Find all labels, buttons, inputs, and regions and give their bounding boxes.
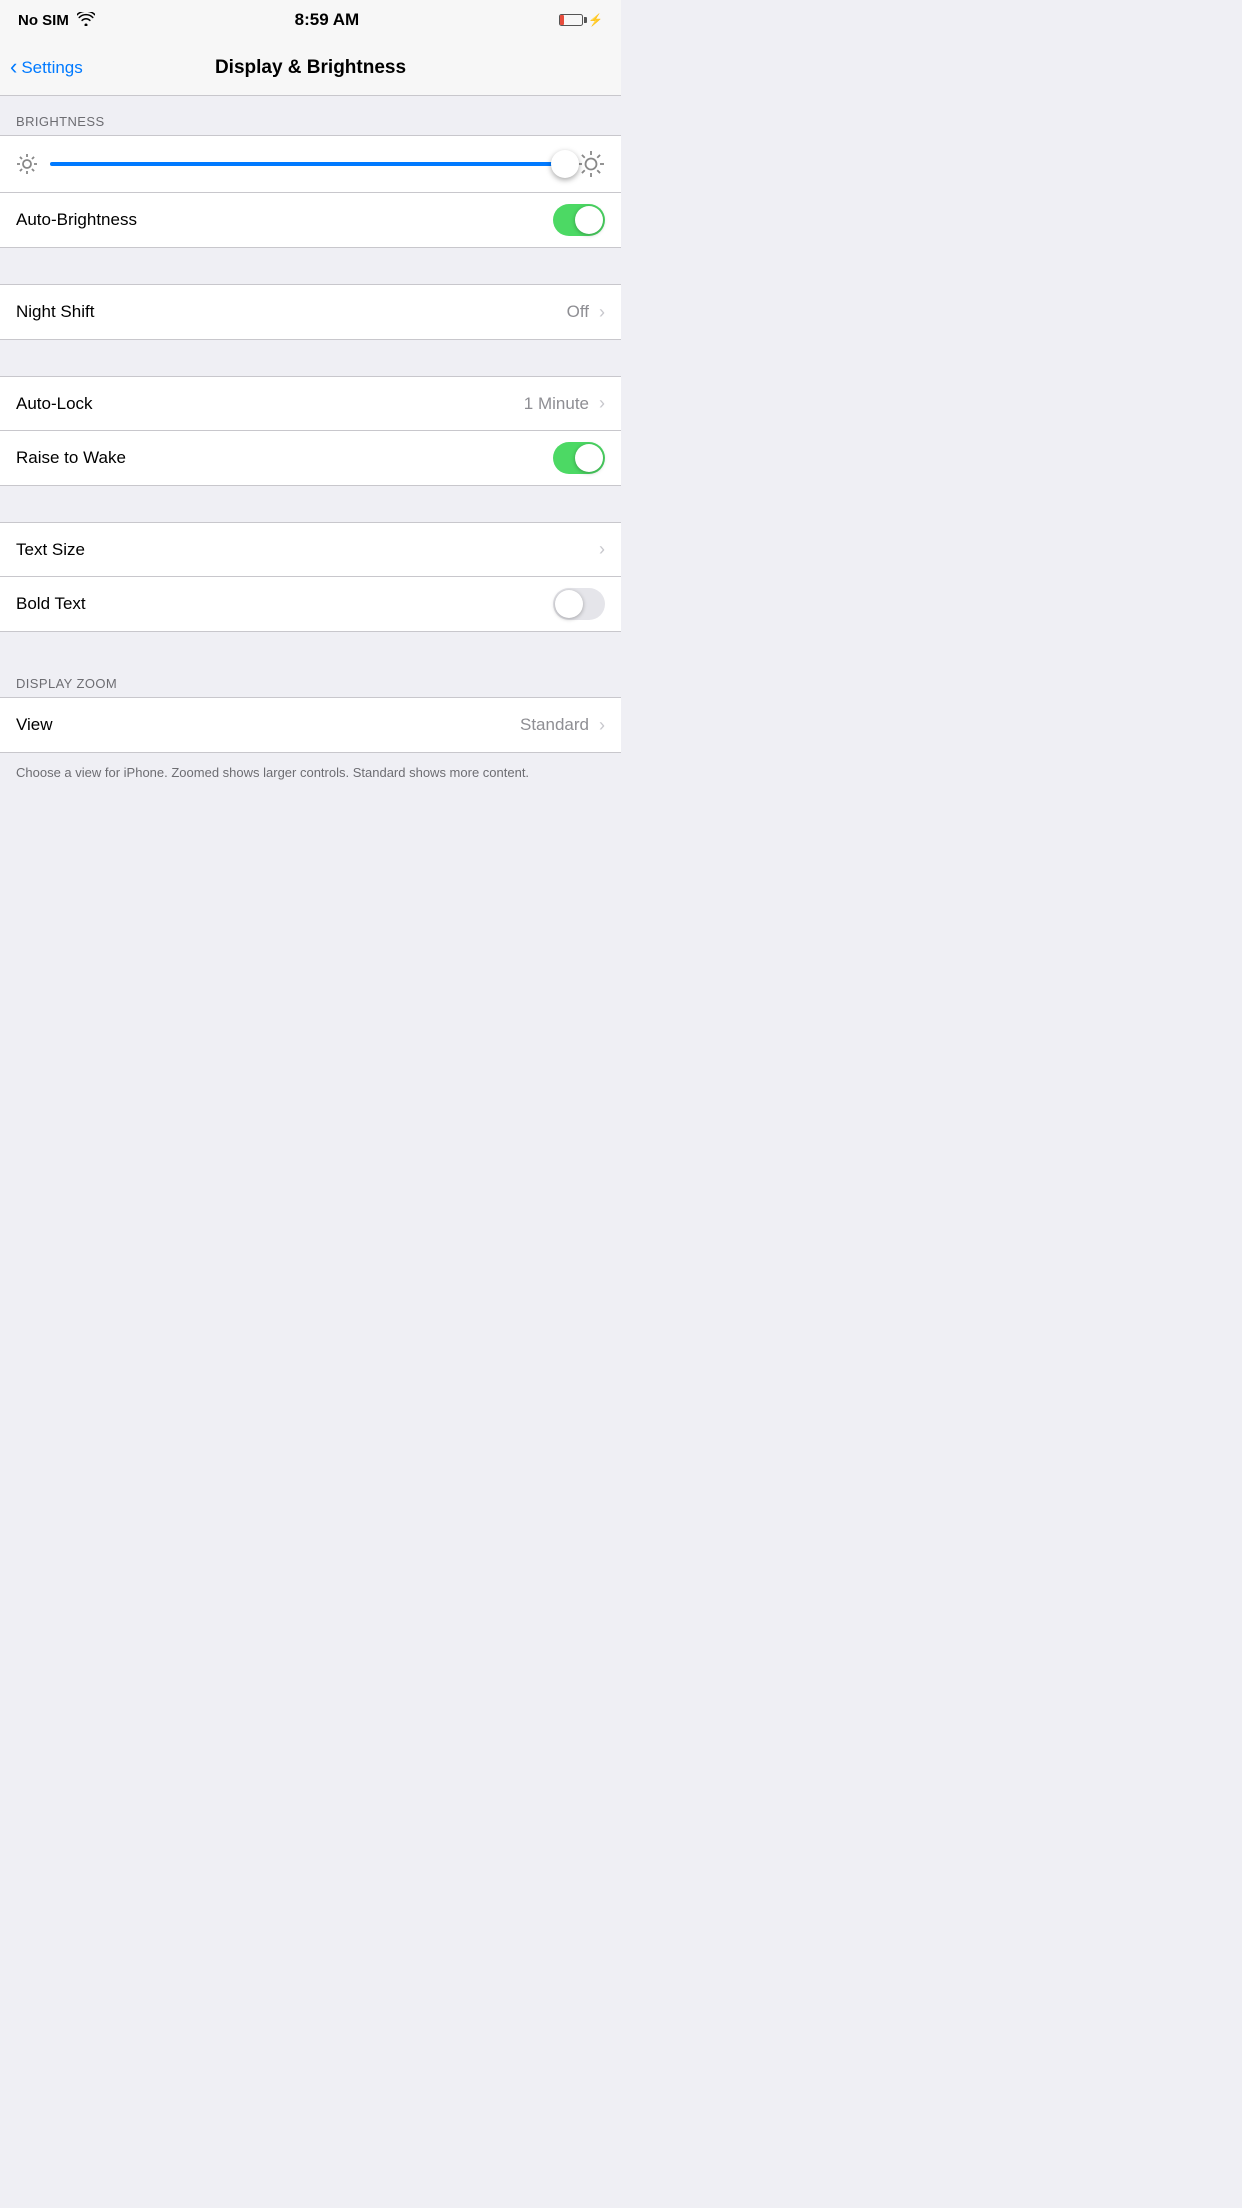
auto-lock-chevron-icon: › bbox=[599, 393, 605, 414]
sun-large-icon bbox=[577, 150, 605, 178]
gap-after-lock-wake bbox=[0, 486, 621, 522]
status-time: 8:59 AM bbox=[295, 10, 360, 30]
lock-wake-card: Auto-Lock 1 Minute › Raise to Wake bbox=[0, 376, 621, 486]
brightness-slider-thumb[interactable] bbox=[551, 150, 579, 178]
view-chevron-icon: › bbox=[599, 715, 605, 736]
back-chevron-icon: ‹ bbox=[10, 56, 17, 78]
view-value: Standard bbox=[520, 715, 589, 735]
view-right: Standard › bbox=[520, 715, 605, 736]
display-zoom-footnote: Choose a view for iPhone. Zoomed shows l… bbox=[0, 753, 621, 813]
brightness-section-header: BRIGHTNESS bbox=[0, 106, 621, 135]
auto-brightness-row: Auto-Brightness bbox=[0, 193, 621, 247]
night-shift-card: Night Shift Off › bbox=[0, 284, 621, 340]
gap-before-brightness bbox=[0, 96, 621, 106]
text-size-chevron-icon: › bbox=[599, 539, 605, 560]
auto-brightness-label: Auto-Brightness bbox=[16, 210, 137, 230]
text-size-label: Text Size bbox=[16, 540, 85, 560]
night-shift-right: Off › bbox=[567, 302, 605, 323]
night-shift-value: Off bbox=[567, 302, 589, 322]
nav-bar: ‹ Settings Display & Brightness bbox=[0, 40, 621, 96]
raise-to-wake-row: Raise to Wake bbox=[0, 431, 621, 485]
battery-body bbox=[559, 14, 583, 26]
page-title: Display & Brightness bbox=[215, 57, 406, 79]
auto-lock-right: 1 Minute › bbox=[524, 393, 605, 414]
battery-fill bbox=[560, 15, 564, 25]
brightness-slider-track[interactable] bbox=[50, 162, 565, 166]
auto-brightness-toggle[interactable] bbox=[553, 204, 605, 236]
night-shift-label: Night Shift bbox=[16, 302, 94, 322]
carrier-label: No SIM bbox=[18, 12, 69, 29]
view-row[interactable]: View Standard › bbox=[0, 698, 621, 752]
auto-brightness-toggle-knob bbox=[575, 206, 603, 234]
wifi-icon bbox=[77, 12, 95, 29]
back-label: Settings bbox=[21, 58, 82, 78]
display-zoom-section-header: DISPLAY ZOOM bbox=[0, 668, 621, 697]
night-shift-chevron-icon: › bbox=[599, 302, 605, 323]
back-button[interactable]: ‹ Settings bbox=[10, 58, 83, 78]
gap-after-night-shift bbox=[0, 340, 621, 376]
view-label: View bbox=[16, 715, 53, 735]
display-zoom-card: View Standard › bbox=[0, 697, 621, 753]
charging-bolt-icon: ⚡ bbox=[588, 13, 603, 27]
raise-to-wake-label: Raise to Wake bbox=[16, 448, 126, 468]
text-card: Text Size › Bold Text bbox=[0, 522, 621, 632]
battery-icon bbox=[559, 14, 583, 26]
text-size-right: › bbox=[597, 539, 605, 560]
bold-text-toggle-knob bbox=[555, 590, 583, 618]
brightness-card: Auto-Brightness bbox=[0, 135, 621, 248]
auto-lock-row[interactable]: Auto-Lock 1 Minute › bbox=[0, 377, 621, 431]
raise-to-wake-toggle-knob bbox=[575, 444, 603, 472]
gap-before-display-zoom bbox=[0, 632, 621, 668]
brightness-slider-row bbox=[0, 136, 621, 193]
bold-text-label: Bold Text bbox=[16, 594, 86, 614]
sun-small-icon bbox=[16, 153, 38, 175]
bold-text-row: Bold Text bbox=[0, 577, 621, 631]
auto-lock-label: Auto-Lock bbox=[16, 394, 93, 414]
raise-to-wake-toggle[interactable] bbox=[553, 442, 605, 474]
status-right: ⚡ bbox=[559, 13, 603, 27]
text-size-row[interactable]: Text Size › bbox=[0, 523, 621, 577]
battery-tip bbox=[584, 17, 587, 23]
status-bar: No SIM 8:59 AM ⚡ bbox=[0, 0, 621, 40]
status-left: No SIM bbox=[18, 12, 95, 29]
gap-after-brightness bbox=[0, 248, 621, 284]
night-shift-row[interactable]: Night Shift Off › bbox=[0, 285, 621, 339]
auto-lock-value: 1 Minute bbox=[524, 394, 589, 414]
bold-text-toggle[interactable] bbox=[553, 588, 605, 620]
